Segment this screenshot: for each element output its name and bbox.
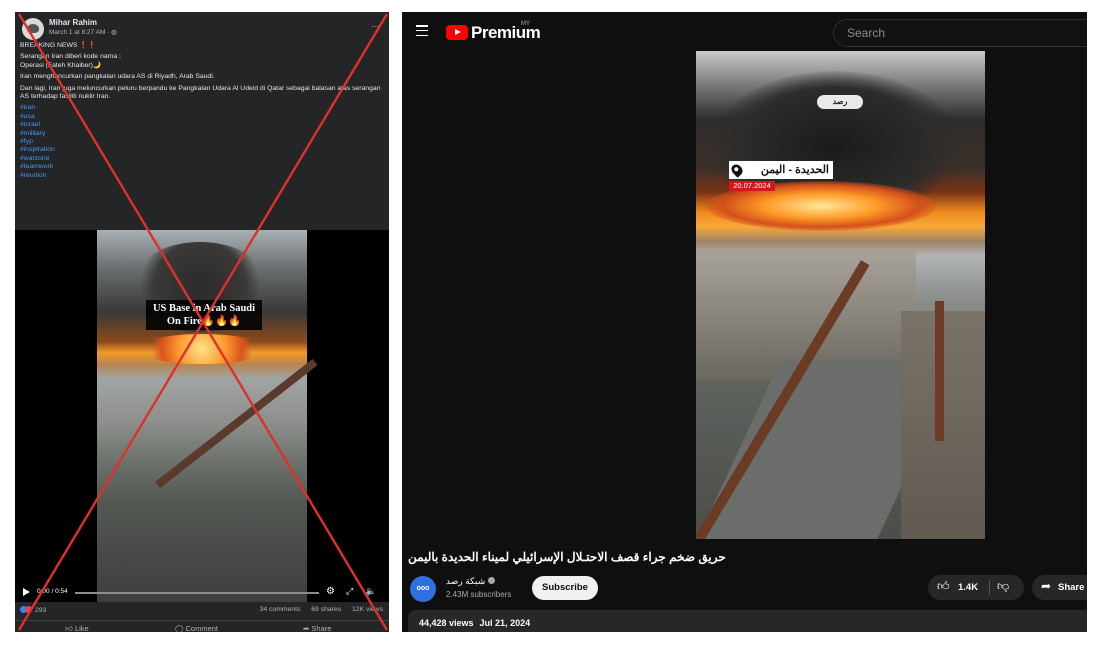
facebook-post-panel: Mihar Rahim March 1 at 8:27 AM · ◍ ... B… [15, 12, 389, 632]
subscriber-count: 2.43M subscribers [446, 590, 512, 599]
hashtag[interactable]: #usa [20, 113, 382, 121]
share-button[interactable]: ➦ Share [303, 624, 331, 632]
post-actions: 👍︎ Like ◯ Comment ➦ Share [15, 620, 389, 632]
video-meta: 44,428 views Jul 21, 2024 [419, 618, 536, 628]
video-title: حريق ضخم جراء قصف الاحتـلال الإسرائيلي ل… [408, 550, 726, 564]
view-count: 44,428 views [419, 618, 474, 628]
comment-icon: ◯ [175, 624, 184, 632]
youtube-watch-panel: Premium MY Search ﺭﺻﺪ الحديدة - اليمن 20… [402, 12, 1087, 632]
railing-post [935, 301, 944, 441]
reaction-count: 293 [35, 607, 47, 614]
like-count[interactable]: 1.4K [958, 582, 978, 593]
thumbs-up-icon: 👍︎ [65, 624, 73, 632]
share-label: Share [311, 624, 332, 632]
youtube-logo-icon[interactable] [446, 25, 468, 40]
post-paragraph: Serangan Iran diberi kode nama ; Operasi… [20, 53, 121, 69]
thumbs-down-icon[interactable]: 👎︎ [997, 579, 1009, 594]
search-input[interactable]: Search [833, 19, 1087, 47]
share-icon: ➦ [303, 624, 310, 632]
channel-watermark: ﺭﺻﺪ [817, 95, 863, 109]
like-label: Like [74, 624, 89, 632]
channel-name[interactable]: شبكة رصد [446, 576, 496, 587]
hamburger-menu-icon[interactable] [416, 25, 428, 39]
globe-icon: ◍ [111, 29, 117, 36]
hashtag[interactable]: #fyp [20, 138, 382, 146]
author-name[interactable]: Mihar Rahim [49, 18, 97, 27]
channel-avatar[interactable]: ooo [410, 576, 436, 602]
location-label: الحديدة - اليمن [729, 161, 833, 179]
video-date-tag: 20.07.2024 [729, 181, 775, 191]
location-text: الحديدة - اليمن [760, 164, 829, 176]
search-placeholder: Search [847, 26, 886, 40]
comment-button[interactable]: ◯ Comment [175, 624, 218, 632]
video-controls: 0:00 / 0:54 ⚙ ⤢ 🔈 [15, 586, 389, 602]
subscribe-button[interactable]: Subscribe [532, 576, 598, 600]
engagement-stats: 293 34 comments 69 shares 12K views [15, 606, 389, 616]
play-icon[interactable] [23, 588, 30, 596]
hashtag[interactable]: #iran [20, 104, 382, 112]
thumbs-up-icon[interactable]: 👍︎ [937, 579, 950, 594]
hashtag[interactable]: #military [20, 130, 382, 138]
comments-count[interactable]: 34 comments [260, 606, 301, 613]
verified-icon [488, 577, 496, 584]
like-button[interactable]: 👍︎ Like [65, 624, 89, 632]
timestamp-text: March 1 at 8:27 AM · [49, 29, 112, 36]
video-player[interactable]: ﺭﺻﺪ الحديدة - اليمن 20.07.2024 [696, 51, 985, 539]
post-paragraph: BREAKING NEWS ❗❗ [20, 42, 97, 49]
views-count: 12K views [352, 606, 383, 613]
hashtag[interactable]: #teamwork [20, 163, 382, 171]
divider [989, 580, 990, 595]
post-paragraph: Dan lagi, Iran juga meluncurkan peluru b… [20, 84, 381, 101]
hashtag[interactable]: #reunion [20, 172, 382, 180]
shares-count[interactable]: 69 shares [311, 606, 341, 613]
fire-glow [137, 334, 267, 364]
love-reaction-icon [25, 606, 32, 613]
video-caption: US Base in Arab Saudi On Fire🔥🔥🔥 [146, 300, 262, 330]
like-dislike-group: 👍︎ 1.4K 👎︎ [928, 575, 1024, 600]
share-label: Share [1058, 582, 1085, 593]
more-options-icon[interactable]: ... [371, 19, 379, 29]
channel-name-text: شبكة رصد [446, 576, 486, 586]
progress-track[interactable] [75, 592, 319, 594]
post-text: BREAKING NEWS ❗❗ Serangan Iran diberi ko… [20, 42, 382, 180]
author-avatar[interactable] [22, 18, 44, 40]
hashtag[interactable]: #israel [20, 121, 382, 129]
post-header: Mihar Rahim March 1 at 8:27 AM · ◍ ... B… [15, 12, 389, 230]
hashtag[interactable]: #warzone [20, 155, 382, 163]
share-button[interactable]: ➦ Share [1032, 575, 1087, 600]
hashtag-list: #iran #usa #israel #military #fyp #inspi… [20, 104, 382, 180]
comment-label: Comment [185, 624, 219, 632]
post-paragraph: Iran menghancurkan pangkalan udara AS di… [20, 73, 215, 81]
location-pin-icon [729, 162, 745, 178]
gear-icon[interactable]: ⚙ [326, 586, 335, 597]
reactions[interactable]: 293 [20, 606, 46, 614]
description-box[interactable]: 44,428 views Jul 21, 2024 [408, 610, 1087, 632]
brand-region: MY [521, 21, 530, 27]
post-timestamp[interactable]: March 1 at 8:27 AM · ◍ [49, 28, 117, 36]
share-icon: ➦ [1041, 579, 1052, 593]
volume-icon[interactable]: 🔈 [365, 586, 376, 597]
video-time: 0:00 / 0:54 [37, 588, 68, 595]
hashtag[interactable]: #inspiration [20, 146, 382, 154]
fullscreen-icon[interactable]: ⤢ [346, 586, 353, 597]
upload-date: Jul 21, 2024 [479, 618, 531, 628]
stat-counts: 34 comments 69 shares 12K views [251, 606, 383, 613]
